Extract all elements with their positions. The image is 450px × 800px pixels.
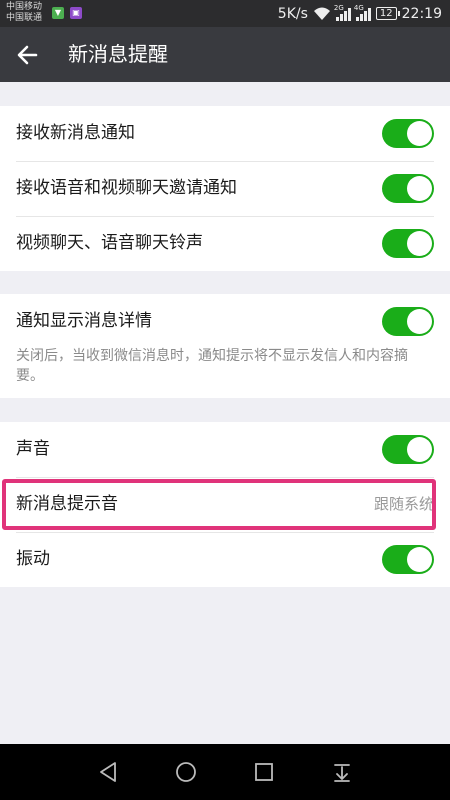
page-title: 新消息提醒: [68, 42, 168, 66]
setting-label: 振动: [16, 549, 50, 569]
back-triangle-icon[interactable]: [95, 758, 123, 786]
setting-row-vibrate: 振动: [0, 532, 450, 587]
setting-row-show-detail: 通知显示消息详情: [0, 294, 450, 349]
setting-row-ringtone: 视频聊天、语音聊天铃声: [0, 216, 450, 271]
clock: 22:19: [401, 5, 442, 22]
title-bar: 新消息提醒: [0, 27, 450, 82]
setting-row-message-tone[interactable]: 新消息提示音 跟随系统: [0, 477, 450, 532]
sound-settings-group: 声音 新消息提示音 跟随系统 振动: [0, 422, 450, 587]
show-detail-toggle[interactable]: [382, 307, 434, 336]
carrier-info: 中国移动 中国联通: [6, 2, 42, 24]
gallery-notification-icon: ▣: [70, 7, 82, 19]
wifi-icon: [313, 7, 330, 20]
battery-icon: 12: [375, 7, 400, 20]
vibrate-toggle[interactable]: [382, 545, 434, 574]
signal-icon-2: 4G: [353, 3, 371, 21]
status-bar: 中国移动 中国联通 ▼ ▣ 5K/s 2G 4G 12 22:19: [0, 0, 450, 27]
network-speed: 5K/s: [277, 5, 308, 22]
signal-2-tag: 4G: [353, 3, 364, 12]
setting-row-new-message: 接收新消息通知: [0, 106, 450, 161]
setting-label: 接收新消息通知: [16, 123, 135, 143]
home-circle-icon[interactable]: [172, 758, 200, 786]
setting-row-sound: 声音: [0, 422, 450, 477]
setting-label: 声音: [16, 439, 50, 459]
setting-row-call-invite: 接收语音和视频聊天邀请通知: [0, 161, 450, 216]
call-invite-toggle[interactable]: [382, 174, 434, 203]
notification-pull-icon[interactable]: [328, 758, 356, 786]
signal-icon: 2G: [333, 3, 351, 21]
ringtone-toggle[interactable]: [382, 229, 434, 258]
setting-label: 新消息提示音: [16, 494, 118, 514]
carrier-2: 中国联通: [6, 13, 43, 23]
setting-description: 关闭后，当收到微信消息时，通知提示将不显示发信人和内容摘要。: [16, 348, 408, 384]
setting-label: 通知显示消息详情: [16, 311, 152, 331]
sound-toggle[interactable]: [382, 435, 434, 464]
new-message-toggle[interactable]: [382, 119, 434, 148]
notification-settings-group: 接收新消息通知 接收语音和视频聊天邀请通知 视频聊天、语音聊天铃声: [0, 106, 450, 271]
system-nav-bar: [0, 744, 450, 800]
recents-square-icon[interactable]: [250, 758, 278, 786]
arrow-left-icon[interactable]: [14, 41, 42, 69]
signal-1-tag: 2G: [333, 3, 344, 12]
message-tone-value: 跟随系统: [373, 495, 434, 513]
app-notification-icon: ▼: [52, 7, 64, 19]
carrier-1: 中国移动: [6, 2, 43, 12]
setting-label: 视频聊天、语音聊天铃声: [16, 233, 203, 253]
setting-label: 接收语音和视频聊天邀请通知: [16, 178, 237, 198]
detail-settings-group: 通知显示消息详情 关闭后，当收到微信消息时，通知提示将不显示发信人和内容摘要。: [0, 294, 450, 398]
